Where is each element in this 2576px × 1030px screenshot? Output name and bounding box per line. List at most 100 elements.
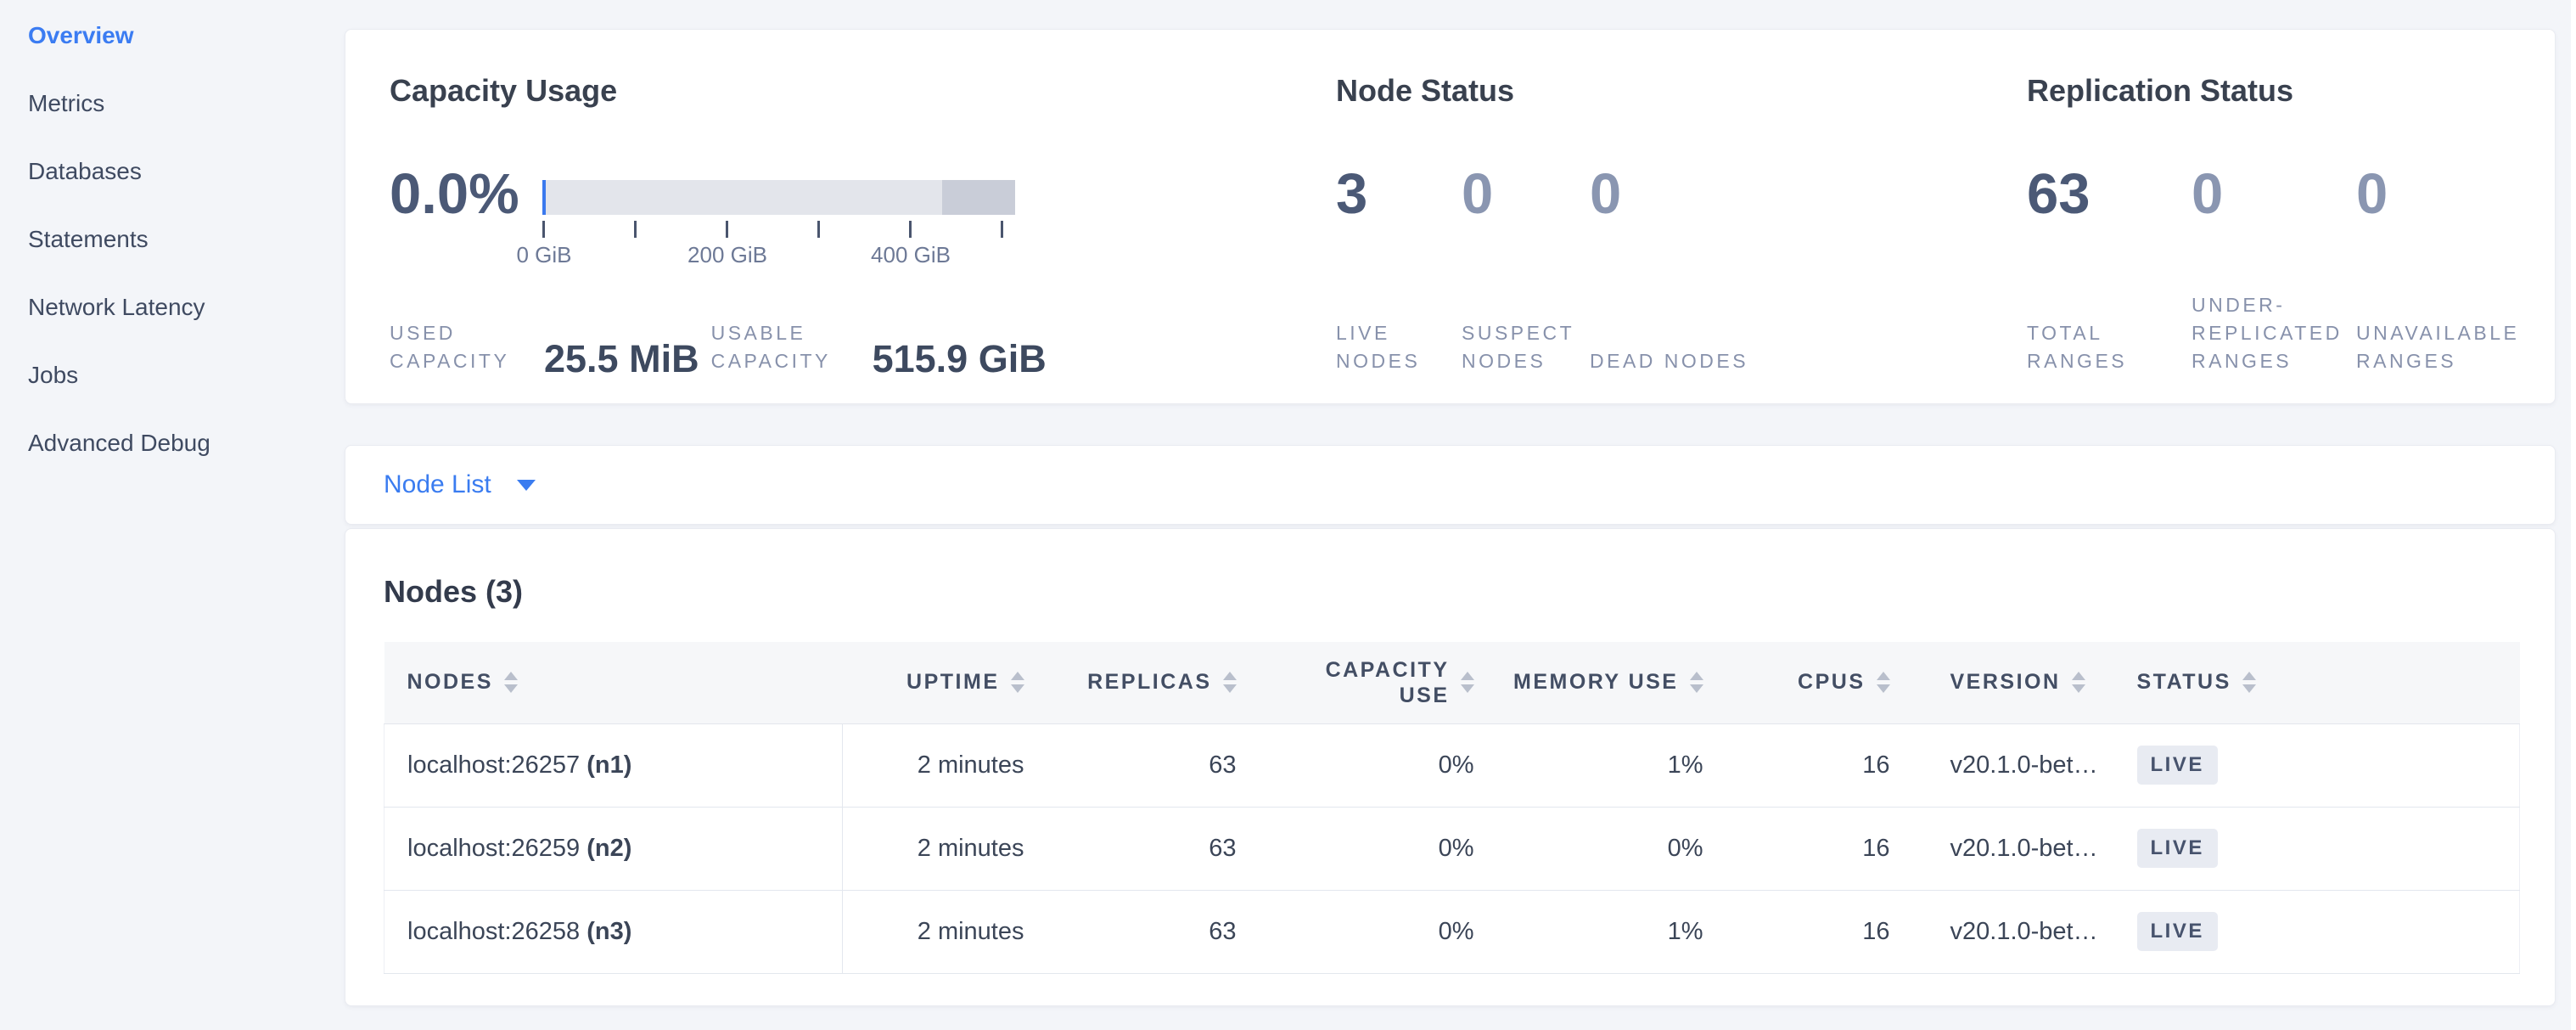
suspect-nodes-stat: 0 SUSPECT NODES bbox=[1462, 167, 1590, 375]
sort-icon bbox=[2242, 672, 2256, 693]
nodes-table-title: Nodes (3) bbox=[384, 574, 523, 610]
status-cell: LIVE bbox=[2129, 890, 2520, 973]
memory-use-cell: 1% bbox=[1488, 890, 1717, 973]
column-header-version-label: VERSION bbox=[1950, 670, 2061, 695]
node-list-dropdown[interactable]: Node List bbox=[384, 470, 536, 499]
capacity-percent-value: 0.0% bbox=[390, 167, 519, 222]
column-header-memory-use-label: MEMORY USE bbox=[1513, 670, 1678, 695]
version-cell: v20.1.0-bet… bbox=[1904, 807, 2129, 890]
capacity-gauge-used-marker bbox=[542, 180, 546, 215]
usable-capacity-stat: USABLE CAPACITY 515.9 GiB bbox=[711, 319, 1047, 375]
node-id: (n3) bbox=[586, 918, 631, 945]
used-capacity-value: 25.5 MiB bbox=[544, 343, 699, 375]
total-ranges-value: 63 bbox=[2027, 167, 2180, 222]
table-header-row: NODES UPTIME REPLICAS CAPACITY USE MEMOR… bbox=[384, 642, 2520, 723]
sidebar-item-overview[interactable]: Overview bbox=[28, 24, 334, 48]
live-nodes-value: 3 bbox=[1336, 167, 1455, 222]
cpus-cell: 16 bbox=[1717, 723, 1904, 807]
capacity-gauge-axis bbox=[542, 221, 1015, 239]
live-nodes-label: LIVE NODES bbox=[1336, 319, 1455, 375]
memory-use-cell: 1% bbox=[1488, 723, 1717, 807]
column-header-version[interactable]: VERSION bbox=[1904, 642, 2129, 723]
unavailable-ranges-stat: 0 UNAVAILABLE RANGES bbox=[2356, 167, 2530, 375]
sort-icon bbox=[1461, 672, 1474, 693]
axis-label-400gib: 400 GiB bbox=[871, 242, 951, 268]
sidebar-item-jobs[interactable]: Jobs bbox=[28, 363, 334, 387]
table-row: localhost:26258 (n3) 2 minutes 63 0% 1% … bbox=[384, 890, 2520, 973]
node-address-cell[interactable]: localhost:26258 (n3) bbox=[384, 890, 843, 973]
capacity-use-cell: 0% bbox=[1250, 723, 1488, 807]
used-capacity-stat: USED CAPACITY 25.5 MiB bbox=[390, 319, 699, 375]
sort-icon bbox=[1011, 672, 1024, 693]
cpus-cell: 16 bbox=[1717, 890, 1904, 973]
column-header-capacity-use-label: CAPACITY USE bbox=[1314, 657, 1450, 708]
used-capacity-label: USED CAPACITY bbox=[390, 319, 524, 375]
node-id: (n1) bbox=[586, 751, 631, 779]
uptime-cell: 2 minutes bbox=[843, 890, 1038, 973]
replication-status-section: Replication Status 63 TOTAL RANGES 0 UND… bbox=[2027, 72, 2521, 375]
sidebar-item-advanced-debug[interactable]: Advanced Debug bbox=[28, 431, 334, 455]
capacity-use-cell: 0% bbox=[1250, 807, 1488, 890]
column-header-replicas[interactable]: REPLICAS bbox=[1038, 642, 1250, 723]
usable-capacity-label: USABLE CAPACITY bbox=[711, 319, 852, 375]
sidebar-item-network-latency[interactable]: Network Latency bbox=[28, 295, 334, 319]
capacity-use-cell: 0% bbox=[1250, 890, 1488, 973]
sort-icon bbox=[2072, 672, 2085, 693]
view-selector-bar: Node List bbox=[345, 445, 2556, 525]
total-ranges-label: TOTAL RANGES bbox=[2027, 319, 2180, 375]
nodes-table-card: Nodes (3) NODES UPTIME REPLICAS bbox=[345, 528, 2556, 1006]
dead-nodes-value: 0 bbox=[1590, 167, 1759, 222]
sidebar-item-metrics[interactable]: Metrics bbox=[28, 92, 334, 115]
column-header-status[interactable]: STATUS bbox=[2129, 642, 2520, 723]
usable-capacity-value: 515.9 GiB bbox=[873, 343, 1047, 375]
status-badge: LIVE bbox=[2137, 746, 2218, 785]
dead-nodes-stat: 0 DEAD NODES bbox=[1590, 167, 1759, 375]
suspect-nodes-value: 0 bbox=[1462, 167, 1590, 222]
column-header-cpus-label: CPUS bbox=[1798, 670, 1865, 695]
uptime-cell: 2 minutes bbox=[843, 807, 1038, 890]
sidebar-item-databases[interactable]: Databases bbox=[28, 160, 334, 183]
replicas-cell: 63 bbox=[1038, 807, 1250, 890]
capacity-usage-title: Capacity Usage bbox=[390, 72, 1336, 110]
column-header-capacity-use[interactable]: CAPACITY USE bbox=[1250, 642, 1488, 723]
scrollbar-track bbox=[2571, 0, 2576, 1030]
column-header-uptime[interactable]: UPTIME bbox=[843, 642, 1038, 723]
nodes-table: NODES UPTIME REPLICAS CAPACITY USE MEMOR… bbox=[384, 642, 2520, 974]
sort-icon bbox=[1223, 672, 1237, 693]
node-address-cell[interactable]: localhost:26257 (n1) bbox=[384, 723, 843, 807]
node-address-cell[interactable]: localhost:26259 (n2) bbox=[384, 807, 843, 890]
sort-icon bbox=[504, 672, 518, 693]
column-header-status-label: STATUS bbox=[2137, 670, 2231, 695]
status-cell: LIVE bbox=[2129, 807, 2520, 890]
sidebar: Overview Metrics Databases Statements Ne… bbox=[28, 24, 334, 499]
status-badge: LIVE bbox=[2137, 912, 2218, 951]
replicas-cell: 63 bbox=[1038, 890, 1250, 973]
dead-nodes-label: DEAD NODES bbox=[1590, 347, 1748, 375]
node-id: (n2) bbox=[586, 835, 631, 862]
version-cell: v20.1.0-bet… bbox=[1904, 723, 2129, 807]
memory-use-cell: 0% bbox=[1488, 807, 1717, 890]
replication-status-title: Replication Status bbox=[2027, 72, 2521, 110]
version-cell: v20.1.0-bet… bbox=[1904, 890, 2129, 973]
sort-icon bbox=[1877, 672, 1890, 693]
table-row: localhost:26257 (n1) 2 minutes 63 0% 1% … bbox=[384, 723, 2520, 807]
column-header-nodes-label: NODES bbox=[407, 670, 493, 695]
column-header-cpus[interactable]: CPUS bbox=[1717, 642, 1904, 723]
node-status-section: Node Status 3 LIVE NODES 0 SUSPECT NODES… bbox=[1336, 72, 2027, 375]
status-cell: LIVE bbox=[2129, 723, 2520, 807]
node-address: localhost:26257 bbox=[407, 751, 580, 779]
column-header-uptime-label: UPTIME bbox=[906, 670, 999, 695]
sidebar-item-statements[interactable]: Statements bbox=[28, 228, 334, 251]
chevron-down-icon bbox=[517, 480, 536, 491]
column-header-nodes[interactable]: NODES bbox=[384, 642, 843, 723]
node-address: localhost:26258 bbox=[407, 918, 580, 945]
column-header-replicas-label: REPLICAS bbox=[1087, 670, 1211, 695]
under-replicated-ranges-label: UNDER-REPLICATED RANGES bbox=[2192, 291, 2371, 375]
capacity-gauge: 0 GiB 200 GiB 400 GiB bbox=[542, 180, 1015, 267]
axis-label-200gib: 200 GiB bbox=[687, 242, 767, 268]
unavailable-ranges-label: UNAVAILABLE RANGES bbox=[2356, 319, 2530, 375]
node-list-dropdown-label: Node List bbox=[384, 470, 491, 499]
live-nodes-stat: 3 LIVE NODES bbox=[1336, 167, 1455, 375]
under-replicated-ranges-stat: 0 UNDER-REPLICATED RANGES bbox=[2192, 167, 2371, 375]
column-header-memory-use[interactable]: MEMORY USE bbox=[1488, 642, 1717, 723]
